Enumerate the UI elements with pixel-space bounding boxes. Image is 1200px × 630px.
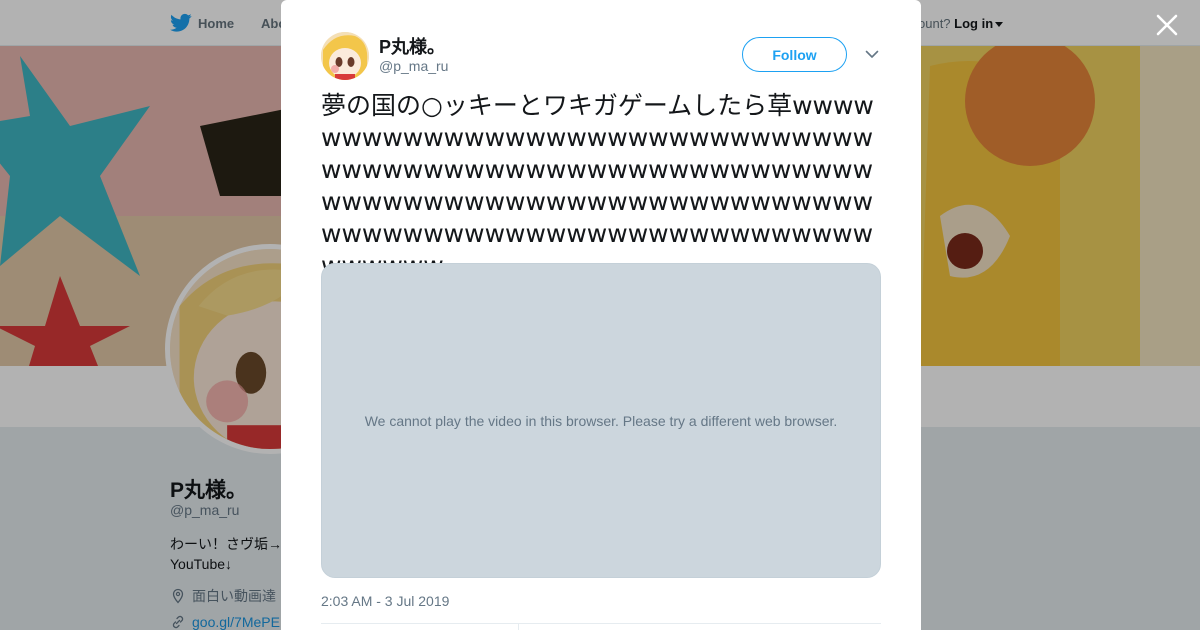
tweet-text: 夢の国の○ッキーとワキガゲームしたら草wwwwwwwwwwwwwwwwwwwww… xyxy=(321,91,874,280)
tweet-stats-divider xyxy=(321,623,881,624)
follow-button[interactable]: Follow xyxy=(742,37,847,72)
tweet-author-handle[interactable]: @p_ma_ru xyxy=(379,58,448,74)
stats-column-divider xyxy=(518,623,519,630)
tweet-timestamp[interactable]: 2:03 AM - 3 Jul 2019 xyxy=(321,593,449,609)
tweet-author-name[interactable]: P丸様。 xyxy=(379,33,445,59)
tweet-author-avatar[interactable] xyxy=(321,32,369,80)
close-modal-button[interactable] xyxy=(1154,12,1180,38)
chevron-down-icon xyxy=(865,50,879,58)
tweet-more-menu-button[interactable] xyxy=(864,46,880,62)
close-icon xyxy=(1156,14,1178,36)
tweet-video-player[interactable]: We cannot play the video in this browser… xyxy=(321,263,881,578)
video-unsupported-message: We cannot play the video in this browser… xyxy=(364,412,838,429)
tweet-modal: P丸様。 @p_ma_ru Follow 夢の国の○ッキーとワキガゲームしたら草… xyxy=(281,0,921,630)
